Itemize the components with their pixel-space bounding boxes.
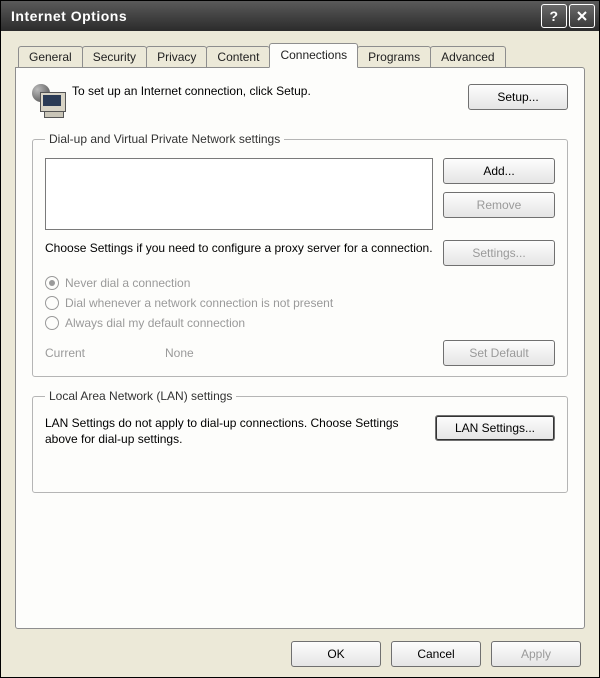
- remove-button[interactable]: Remove: [443, 192, 555, 218]
- title-bar: Internet Options ?: [1, 1, 599, 31]
- lan-group: Local Area Network (LAN) settings LAN Se…: [32, 389, 568, 493]
- radio-dial-whenever[interactable]: Dial whenever a network connection is no…: [45, 296, 555, 310]
- tab-content[interactable]: Content: [206, 46, 270, 68]
- lan-desc: LAN Settings do not apply to dial-up con…: [45, 415, 423, 447]
- ok-button[interactable]: OK: [291, 641, 381, 667]
- dialup-group: Dial-up and Virtual Private Network sett…: [32, 132, 568, 377]
- cancel-button[interactable]: Cancel: [391, 641, 481, 667]
- current-label: Current: [45, 346, 165, 360]
- connection-icon: [32, 84, 72, 118]
- tab-strip: General Security Privacy Content Connect…: [15, 41, 585, 67]
- tab-privacy[interactable]: Privacy: [146, 46, 207, 68]
- settings-button[interactable]: Settings...: [443, 240, 555, 266]
- set-default-button[interactable]: Set Default: [443, 340, 555, 366]
- radio-icon: [45, 276, 59, 290]
- setup-button[interactable]: Setup...: [468, 84, 568, 110]
- intro-text: To set up an Internet connection, click …: [72, 84, 468, 100]
- tab-general[interactable]: General: [18, 46, 83, 68]
- tab-programs[interactable]: Programs: [357, 46, 431, 68]
- radio-icon: [45, 316, 59, 330]
- internet-options-dialog: Internet Options ? General Security Priv…: [0, 0, 600, 678]
- lan-settings-button[interactable]: LAN Settings...: [435, 415, 555, 441]
- radio-label: Never dial a connection: [65, 276, 190, 290]
- apply-button[interactable]: Apply: [491, 641, 581, 667]
- radio-label: Dial whenever a network connection is no…: [65, 296, 333, 310]
- help-button[interactable]: ?: [541, 4, 567, 28]
- lan-legend: Local Area Network (LAN) settings: [45, 389, 236, 403]
- radio-always-dial[interactable]: Always dial my default connection: [45, 316, 555, 330]
- tab-advanced[interactable]: Advanced: [430, 46, 505, 68]
- radio-label: Always dial my default connection: [65, 316, 245, 330]
- close-button[interactable]: [569, 4, 595, 28]
- dial-radio-group: Never dial a connection Dial whenever a …: [45, 276, 555, 330]
- connections-listbox[interactable]: [45, 158, 433, 230]
- dialog-button-bar: OK Cancel Apply: [15, 629, 585, 667]
- add-button[interactable]: Add...: [443, 158, 555, 184]
- current-value: None: [165, 346, 443, 360]
- radio-never-dial[interactable]: Never dial a connection: [45, 276, 555, 290]
- window-title: Internet Options: [11, 8, 127, 24]
- connections-panel: To set up an Internet connection, click …: [15, 67, 585, 629]
- radio-icon: [45, 296, 59, 310]
- tab-connections[interactable]: Connections: [269, 43, 358, 68]
- tab-security[interactable]: Security: [82, 46, 147, 68]
- dialup-legend: Dial-up and Virtual Private Network sett…: [45, 132, 284, 146]
- dialup-desc: Choose Settings if you need to configure…: [45, 240, 433, 256]
